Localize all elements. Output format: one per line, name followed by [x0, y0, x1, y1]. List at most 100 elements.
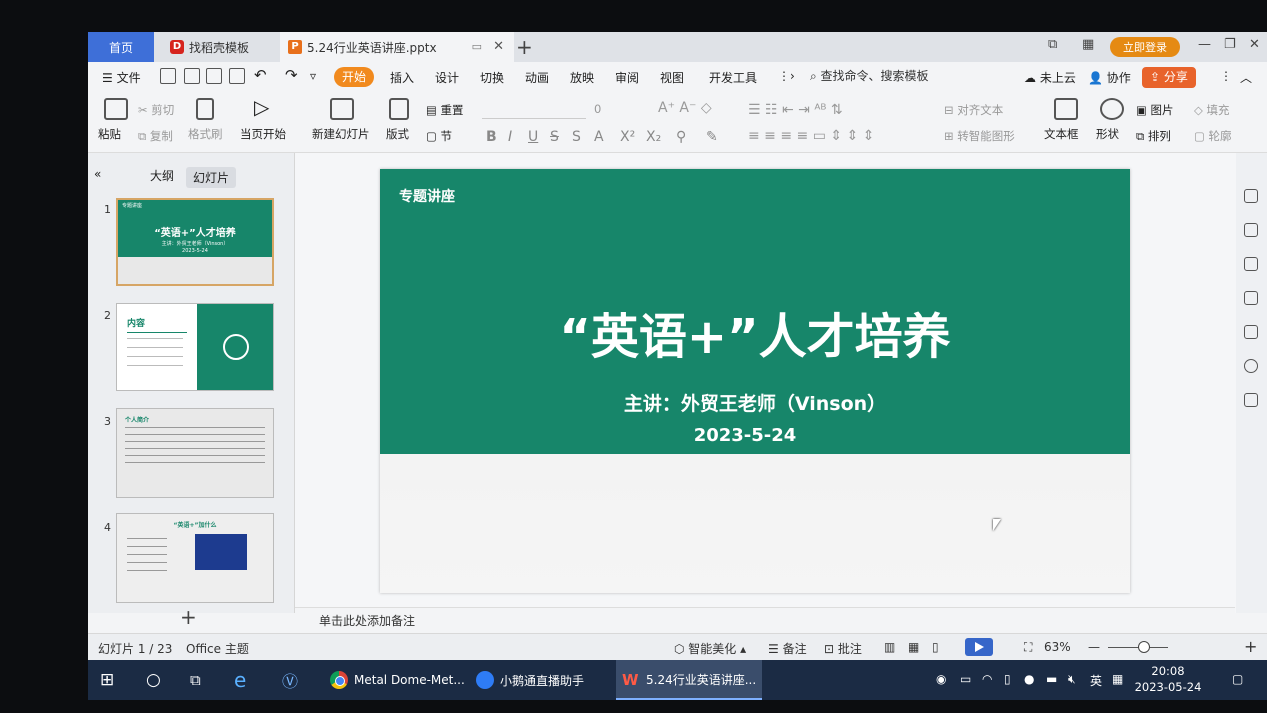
taskbar-app-xiaoe[interactable]: 小鹅通直播助手 — [470, 660, 616, 700]
font-color-icon[interactable]: A — [594, 129, 604, 145]
slide-thumbnail-4[interactable]: “英语+”加什么 — [116, 513, 274, 603]
arrange-button[interactable]: ⧉ 排列 — [1136, 128, 1171, 144]
tray-device-icon[interactable]: ▯ — [1004, 672, 1011, 686]
slide-thumbnail-2[interactable]: 内容 — [116, 303, 274, 391]
play-current-button[interactable]: 当页开始 — [240, 126, 286, 142]
location-icon[interactable] — [1244, 359, 1258, 373]
current-slide[interactable]: 专题讲座 “英语+”人才培养 主讲：外贸王老师（Vinson） 2023-5-2… — [380, 169, 1130, 593]
paste-button[interactable]: 粘贴 — [98, 126, 121, 142]
notes-area[interactable]: 单击此处添加备注 — [295, 607, 1235, 630]
phonetic-icon[interactable]: ⚲ — [676, 129, 686, 145]
share-button[interactable]: ⇪ 分享 — [1142, 67, 1196, 88]
wifi-icon[interactable]: ◠ — [982, 672, 992, 686]
file-menu[interactable]: ☰ 文件 — [102, 69, 141, 86]
restore-icon[interactable]: ❐ — [1224, 37, 1236, 52]
text-box-button[interactable]: 文本框 — [1044, 126, 1079, 142]
collapse-ribbon-icon[interactable]: ︿ — [1240, 69, 1252, 86]
smart-graphic-button[interactable]: ⊞ 转智能图形 — [944, 128, 1015, 144]
font-family-select[interactable] — [482, 100, 586, 119]
save-as-icon[interactable] — [184, 68, 200, 84]
shadow-icon[interactable]: S — [572, 129, 581, 145]
bold-icon[interactable]: B — [486, 129, 497, 145]
template-icon[interactable] — [1244, 325, 1258, 339]
align-text-button[interactable]: ⊟ 对齐文本 — [944, 102, 1003, 118]
undo-icon[interactable]: ↶ — [254, 66, 267, 84]
slide-title[interactable]: “英语+”人才培养 — [380, 297, 1130, 367]
cloud-status[interactable]: ☁ 未上云 — [1024, 69, 1076, 86]
microphone-icon[interactable]: ● — [1024, 672, 1034, 686]
more-options-icon[interactable]: ⋮ — [1220, 69, 1232, 83]
volume-muted-icon[interactable]: 🔇︎ — [1068, 672, 1076, 687]
slide-thumbnail-1[interactable]: 专题讲座 “英语+”人才培养 主讲：外贸王老师（Vinson） 2023-5-2… — [116, 198, 274, 286]
settings-sliders-icon[interactable] — [1244, 223, 1258, 237]
battery-icon[interactable]: ▬ — [1046, 672, 1057, 686]
taskbar-app-wps[interactable]: W 5.24行业英语讲座... — [616, 660, 762, 700]
ime-indicator[interactable]: 英 — [1090, 672, 1102, 689]
beautify-button[interactable]: ⬡ 智能美化 ▴ — [674, 640, 746, 657]
collaborate-button[interactable]: 👤 协作 — [1088, 69, 1131, 86]
layout-toggle-icon[interactable]: ⧉ — [1048, 37, 1057, 52]
tab-template[interactable]: D 找稻壳模板 — [158, 32, 288, 62]
print-icon[interactable] — [206, 68, 222, 84]
tray-monitor-icon[interactable]: ▭ — [960, 672, 971, 686]
task-view-icon[interactable]: ⧉ — [190, 660, 201, 700]
slide-tag[interactable]: 专题讲座 — [399, 186, 455, 206]
slide-date[interactable]: 2023-5-24 — [380, 425, 1110, 446]
system-clock[interactable]: 20:08 2023-05-24 — [1128, 663, 1208, 695]
login-button[interactable]: 立即登录 — [1110, 37, 1180, 57]
superscript-icon[interactable]: X² — [620, 129, 635, 145]
fit-window-icon[interactable]: ⛶ — [1024, 640, 1032, 655]
book-icon[interactable] — [1244, 393, 1258, 407]
sorter-view-icon[interactable]: ▦ — [908, 640, 919, 654]
animation-star-icon[interactable] — [1244, 257, 1258, 271]
menu-slideshow[interactable]: 放映 — [570, 69, 594, 86]
close-window-icon[interactable]: ✕ — [1249, 37, 1260, 52]
menu-transition[interactable]: 切换 — [480, 69, 504, 86]
reading-view-icon[interactable]: ▯ — [932, 640, 939, 654]
slide-subtitle[interactable]: 主讲：外贸王老师（Vinson） — [380, 389, 1130, 416]
format-painter-button[interactable]: 格式刷 — [188, 126, 223, 142]
rocket-icon[interactable] — [1244, 189, 1258, 203]
copy-button[interactable]: ⧉ 复制 — [138, 128, 173, 144]
zoom-out-icon[interactable]: — — [1088, 640, 1100, 654]
zoom-level[interactable]: 63% — [1044, 640, 1071, 654]
picture-button[interactable]: ▣ 图片 — [1136, 102, 1174, 118]
zoom-slider-handle[interactable] — [1138, 641, 1150, 653]
notification-icon[interactable]: ▢ — [1232, 672, 1243, 686]
search-circle-icon[interactable]: ○ — [146, 660, 161, 700]
comments-toggle[interactable]: ⊡ 批注 — [824, 640, 862, 657]
slideshow-play-button[interactable] — [965, 638, 993, 656]
menu-developer[interactable]: 开发工具 — [709, 69, 757, 86]
add-slide-button[interactable]: + — [180, 605, 197, 629]
minimize-icon[interactable]: — — [1198, 37, 1211, 52]
new-slide-button[interactable]: 新建幻灯片 — [312, 126, 370, 142]
list-icon[interactable]: ☰ ☷ ⇤ ⇥ ᴬᴮ ⇅ — [748, 102, 843, 118]
ime-mode-icon[interactable]: ▦ — [1112, 672, 1123, 686]
customize-dropdown-icon[interactable]: ▿ — [310, 69, 316, 83]
paste-icon[interactable] — [104, 98, 128, 120]
strikethrough-icon[interactable]: S — [550, 129, 559, 145]
close-tab-icon[interactable]: ✕ — [493, 39, 504, 54]
tray-app-icon[interactable]: ◉ — [936, 672, 946, 686]
font-grow-icon[interactable]: A⁺ A⁻ ◇ — [658, 100, 712, 116]
tab-document[interactable]: P 5.24行业英语讲座.pptx ▭ ✕ — [280, 32, 514, 62]
print-preview-icon[interactable] — [229, 68, 245, 84]
slides-tab[interactable]: 幻灯片 — [186, 167, 237, 188]
normal-view-icon[interactable]: ▥ — [884, 640, 895, 654]
outline-tab[interactable]: 大纲 — [150, 167, 174, 184]
reset-button[interactable]: ▤ 重置 — [426, 102, 464, 118]
slide-thumbnail-3[interactable]: 个人简介 — [116, 408, 274, 498]
paragraph-align-icon[interactable]: ≡ ≡ ≡ ≡ ▭ ⇕ ⇕ ⇕ — [748, 128, 875, 144]
outline-button[interactable]: ▢ 轮廓 — [1194, 128, 1232, 144]
more-menu-icon[interactable]: ⋮› — [778, 69, 795, 83]
menu-home-tab[interactable]: 开始 — [334, 67, 374, 87]
fill-button[interactable]: ◇ 填充 — [1194, 102, 1230, 118]
highlight-icon[interactable]: ✎ — [706, 129, 718, 145]
italic-icon[interactable]: I — [508, 129, 512, 145]
cut-button[interactable]: ✂ 剪切 — [138, 102, 174, 118]
tab-home[interactable]: 首页 — [88, 32, 154, 62]
internet-explorer-icon[interactable]: e — [234, 660, 246, 700]
apps-grid-icon[interactable]: ▦ — [1082, 37, 1094, 52]
underline-icon[interactable]: U — [528, 129, 538, 145]
windows-start-icon[interactable]: ⊞ — [100, 660, 114, 700]
